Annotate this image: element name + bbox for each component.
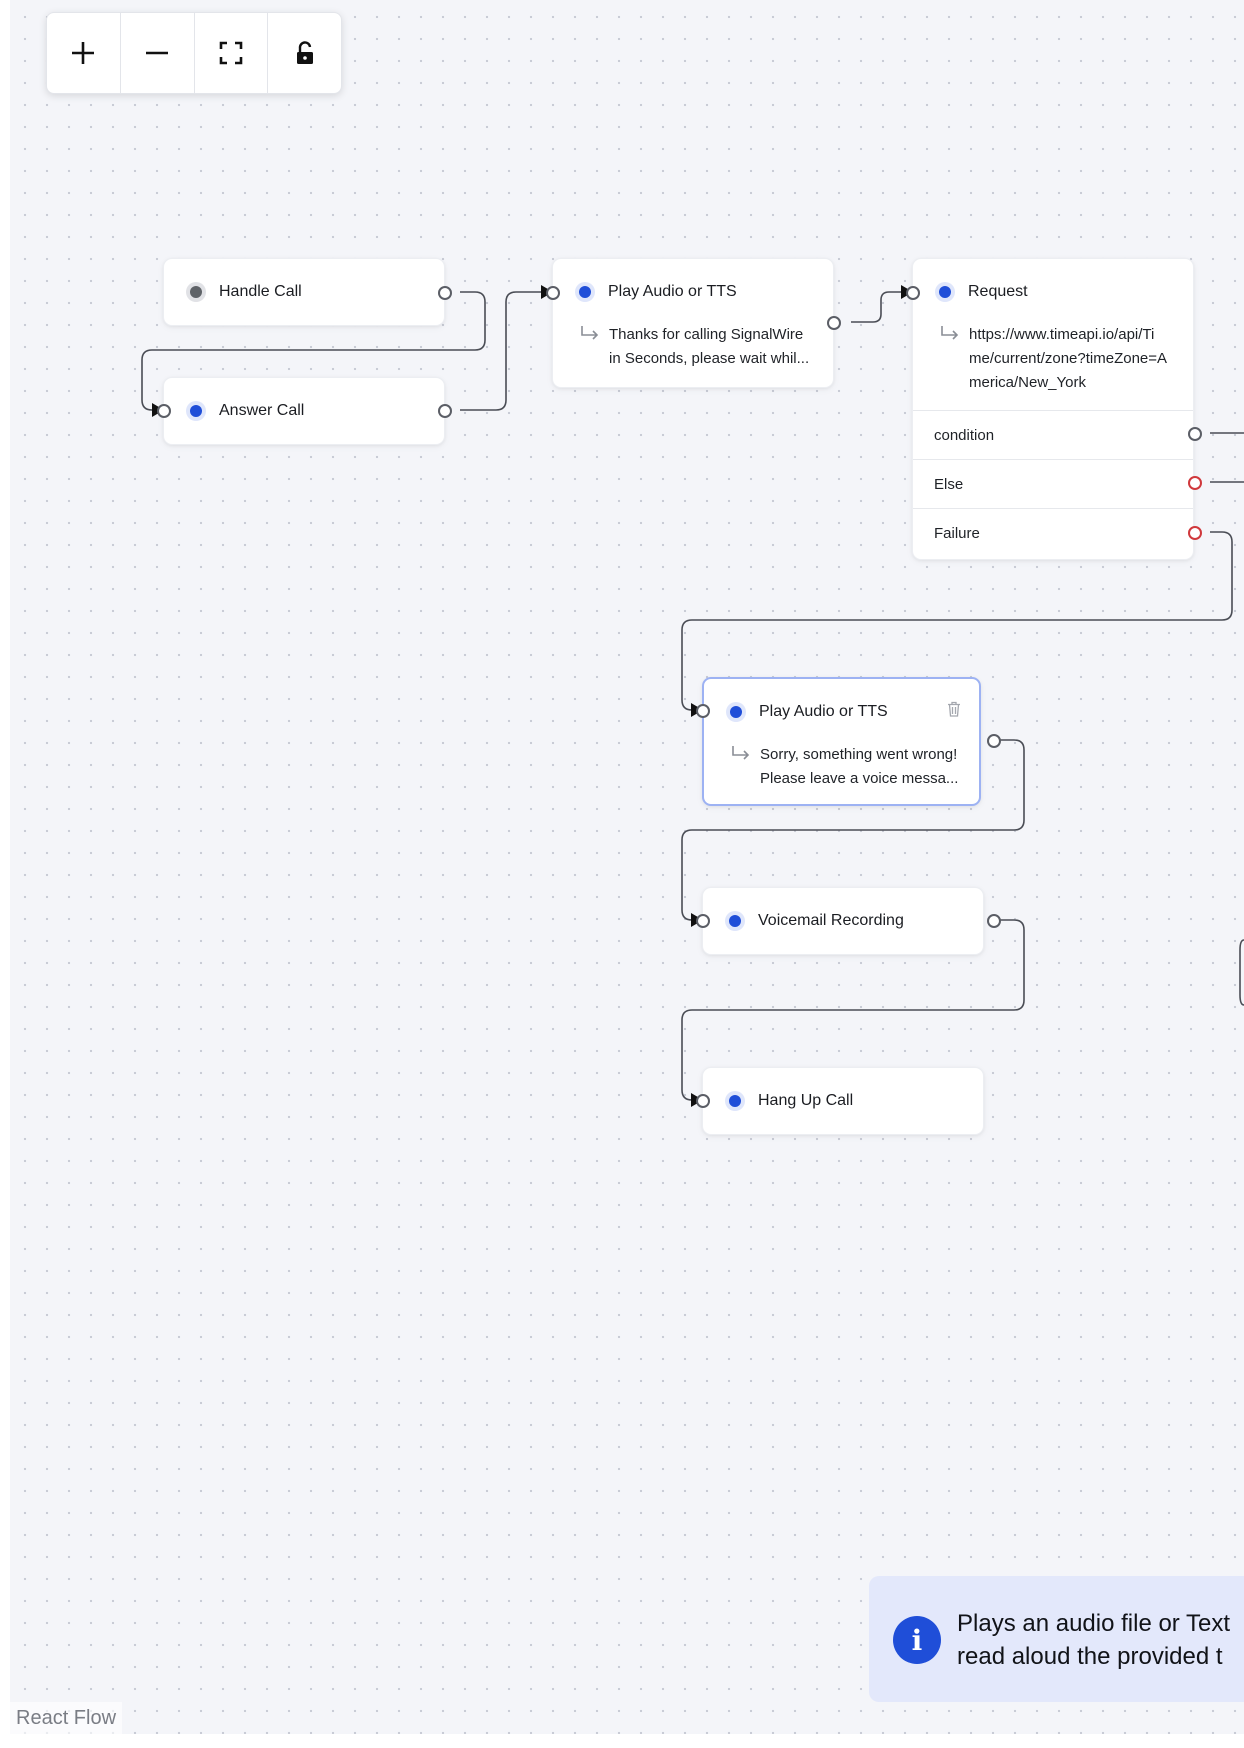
node-request[interactable]: Request https://www.timeapi.io/api/Ti me… bbox=[912, 258, 1194, 560]
info-line: read aloud the provided t bbox=[957, 1643, 1223, 1670]
node-title: Voicemail Recording bbox=[758, 911, 904, 929]
edge-answer-call-to-play-tts[interactable] bbox=[460, 285, 553, 411]
url-line: merica/New_York bbox=[969, 374, 1086, 391]
voicemail-target-handle[interactable] bbox=[696, 914, 710, 928]
fit-view-button[interactable] bbox=[195, 13, 269, 93]
play-tts-1-source-handle[interactable] bbox=[827, 316, 841, 330]
plus-icon bbox=[72, 42, 95, 64]
node-handle-call[interactable]: Handle Call bbox=[163, 258, 445, 326]
detail-line: Thanks for calling SignalWire bbox=[609, 326, 804, 343]
detail-line: Please leave a voice messa... bbox=[760, 770, 959, 787]
status-dot bbox=[935, 281, 955, 302]
url-line: me/current/zone?timeZone=A bbox=[969, 350, 1168, 367]
info-icon: i bbox=[893, 1616, 941, 1664]
node-hang-up-call[interactable]: Hang Up Call bbox=[702, 1067, 984, 1135]
url-line: https://www.timeapi.io/api/Ti bbox=[969, 326, 1155, 343]
request-url: https://www.timeapi.io/api/Ti me/current… bbox=[939, 323, 1179, 395]
output-label: Failure bbox=[934, 524, 980, 542]
zoom-out-button[interactable] bbox=[121, 13, 195, 93]
node-answer-call[interactable]: Answer Call bbox=[163, 377, 445, 445]
node-title: Hang Up Call bbox=[758, 1091, 854, 1109]
fit-view-icon bbox=[219, 41, 243, 65]
return-arrow-icon bbox=[579, 323, 609, 350]
output-label: condition bbox=[934, 426, 995, 444]
play-tts-1-target-handle[interactable] bbox=[546, 286, 560, 300]
return-arrow-icon bbox=[939, 323, 969, 350]
node-title: Play Audio or TTS bbox=[608, 282, 737, 300]
output-label: Else bbox=[934, 475, 964, 493]
hangup-target-handle[interactable] bbox=[696, 1094, 710, 1108]
node-detail: Sorry, something went wrong! Please leav… bbox=[730, 743, 965, 791]
handle-call-source-handle[interactable] bbox=[438, 286, 452, 300]
node-voicemail-recording[interactable]: Voicemail Recording bbox=[702, 887, 984, 955]
node-play-audio-tts-1[interactable]: Play Audio or TTS Thanks for calling Sig… bbox=[552, 258, 834, 388]
zoom-controls bbox=[46, 12, 342, 94]
detail-line: in Seconds, please wait whil... bbox=[609, 350, 810, 367]
answer-call-target-handle[interactable] bbox=[157, 404, 171, 418]
output-row-condition[interactable]: condition bbox=[913, 410, 1193, 459]
lock-toggle-button[interactable] bbox=[268, 13, 341, 93]
detail-line: Sorry, something went wrong! bbox=[760, 746, 958, 763]
return-arrow-icon bbox=[730, 743, 760, 770]
node-title: Answer Call bbox=[219, 401, 305, 419]
edge-play-tts-to-request[interactable] bbox=[851, 285, 913, 323]
zoom-in-button[interactable] bbox=[47, 13, 121, 93]
status-dot bbox=[725, 910, 745, 931]
status-dot bbox=[575, 281, 595, 302]
node-title: Handle Call bbox=[219, 282, 302, 300]
info-text: Plays an audio file or Text read aloud t… bbox=[957, 1607, 1244, 1673]
info-line: Plays an audio file or Text bbox=[957, 1610, 1231, 1637]
request-failure-handle[interactable] bbox=[1188, 526, 1202, 540]
flow-canvas[interactable]: Handle Call Answer Call Play Audio or TT… bbox=[10, 0, 1244, 1734]
node-title: Play Audio or TTS bbox=[759, 702, 888, 720]
request-else-handle[interactable] bbox=[1188, 476, 1202, 490]
output-row-failure[interactable]: Failure bbox=[913, 508, 1193, 557]
node-detail: Thanks for calling SignalWire in Seconds… bbox=[579, 323, 819, 371]
output-row-else[interactable]: Else bbox=[913, 459, 1193, 508]
status-dot bbox=[725, 1090, 745, 1111]
play-tts-2-target-handle[interactable] bbox=[696, 704, 710, 718]
request-condition-handle[interactable] bbox=[1188, 427, 1202, 441]
trash-icon[interactable] bbox=[947, 701, 961, 722]
react-flow-attribution[interactable]: React Flow bbox=[10, 1702, 123, 1734]
request-target-handle[interactable] bbox=[906, 286, 920, 300]
status-dot bbox=[186, 281, 206, 302]
edge-offscreen-partial bbox=[1239, 939, 1244, 1006]
answer-call-source-handle[interactable] bbox=[438, 404, 452, 418]
status-dot bbox=[726, 701, 746, 722]
node-play-audio-tts-2[interactable]: Play Audio or TTS Sorry, something went … bbox=[702, 677, 981, 806]
node-title: Request bbox=[968, 282, 1028, 300]
info-banner: i Plays an audio file or Text read aloud… bbox=[869, 1576, 1244, 1702]
status-dot bbox=[186, 400, 206, 421]
voicemail-source-handle[interactable] bbox=[987, 914, 1001, 928]
minus-icon bbox=[146, 51, 169, 55]
play-tts-2-source-handle[interactable] bbox=[987, 734, 1001, 748]
unlock-icon bbox=[296, 41, 313, 64]
